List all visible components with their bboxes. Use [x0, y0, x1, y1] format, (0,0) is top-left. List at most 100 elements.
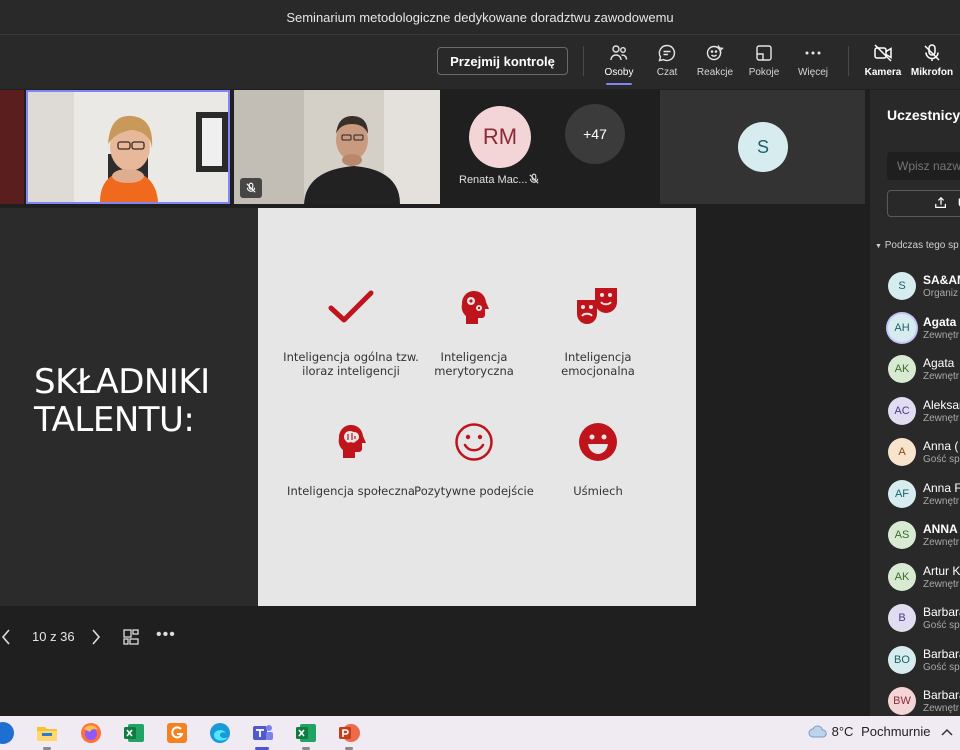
participant-row[interactable]: AC Aleksar Zewnętr [888, 396, 960, 433]
edge-icon[interactable] [209, 722, 231, 744]
participant-row[interactable]: A Anna (Gość spo [888, 438, 960, 474]
avatar: AK [888, 562, 916, 591]
participant-video [28, 92, 228, 202]
avatar-s: S [738, 122, 788, 172]
avatar: AK [888, 355, 916, 383]
participant-row[interactable]: S SA&AMOrganiz [888, 272, 960, 308]
smiley-filled-icon [579, 423, 617, 461]
teams-icon[interactable] [252, 722, 274, 744]
reactions-icon [706, 45, 724, 61]
participant-row[interactable]: AS ANNA Zewnętr [888, 521, 960, 557]
feature-label: Uśmiech [573, 484, 623, 498]
toolbar-divider [583, 46, 584, 76]
avatar: AS [888, 521, 916, 549]
avatar: BO [888, 645, 916, 674]
avatar: A [888, 438, 916, 466]
slide-title: SKŁADNIKI TALENTU: [34, 362, 210, 440]
next-slide-icon[interactable] [90, 628, 102, 646]
avatar-rm[interactable]: RM [469, 106, 531, 168]
mic-off-icon [246, 182, 256, 193]
slide-counter: 10 z 36 [32, 629, 75, 644]
rooms-icon [756, 45, 772, 61]
participant-row[interactable]: AK Agata Zewnętr [888, 355, 960, 391]
section-header-label: Podczas tego sp [884, 240, 959, 251]
powerpoint-icon[interactable] [338, 722, 360, 744]
video-tile-participant[interactable] [234, 90, 440, 204]
participant-name: Agata [923, 314, 957, 329]
section-header[interactable]: ▼ Podczas tego sp [875, 240, 959, 251]
participant-name: Artur K [923, 563, 960, 578]
participant-role: Zewnętr [923, 371, 960, 382]
avatar: S [888, 272, 916, 300]
participant-row[interactable]: BO BarbaraGość spo [888, 645, 960, 682]
more-icon [805, 51, 821, 55]
participant-name: Aleksar [923, 397, 960, 412]
camera-label: Kamera [864, 67, 902, 78]
shared-slide: Inteligencja ogólna tzw. iloraz intelige… [258, 208, 696, 606]
feature-label: Inteligencja ogólna tzw. iloraz intelige… [283, 350, 419, 378]
video-tile-speaker[interactable] [26, 90, 230, 204]
rooms-button[interactable]: Pokoje [738, 43, 790, 85]
participant-row[interactable]: AK Artur K Zewnętr [888, 562, 960, 599]
slide-grid-icon[interactable] [122, 628, 140, 646]
excel-icon[interactable] [295, 722, 317, 744]
people-button[interactable]: Osoby [593, 43, 645, 85]
slide-navigation: 10 z 36 ••• [0, 622, 260, 652]
avatar: AH [888, 313, 916, 342]
microphone-button[interactable]: Mikrofon [906, 43, 958, 85]
excel-icon[interactable] [123, 722, 145, 744]
camera-button[interactable]: Kamera [857, 43, 909, 85]
participant-row[interactable]: AF Anna F Zewnętr [888, 479, 960, 516]
windows-taskbar: 8°C Pochmurnie [0, 716, 960, 750]
previous-slide-icon[interactable] [0, 628, 12, 646]
toolbar-divider [848, 46, 849, 76]
feature-emotional-intelligence: Inteligencja emocjonalna [528, 286, 668, 378]
head-brain-icon [338, 424, 366, 458]
firefox-icon[interactable] [80, 722, 102, 744]
chat-button[interactable]: Czat [641, 43, 693, 85]
participant-name: Anna ( [923, 439, 959, 453]
video-tile-partial[interactable] [0, 90, 24, 204]
more-button[interactable]: Więcej [787, 43, 839, 85]
participant-role: Zewnętr [923, 578, 960, 590]
share-invite-button[interactable]: U [887, 190, 960, 217]
participant-role: Gość spo [923, 620, 960, 631]
feature-general-intelligence: Inteligencja ogólna tzw. iloraz intelige… [281, 288, 421, 378]
participant-role: Zewnętr [923, 412, 960, 424]
participant-search-input[interactable] [887, 152, 960, 180]
window-title: Seminarium metodologiczne dedykowane dor… [286, 9, 674, 25]
feature-positive-attitude: Pozytywne podejście [404, 422, 544, 498]
weather-temperature: 8°C [831, 724, 854, 739]
head-gears-icon [461, 290, 489, 324]
avatar: AC [888, 396, 916, 425]
chevron-down-icon: ▼ [875, 243, 882, 250]
people-label: Osoby [604, 67, 634, 78]
reactions-button[interactable]: Reakcje [689, 43, 741, 85]
gdoc-app-icon[interactable] [166, 722, 188, 744]
participant-role: Zewnętr [923, 537, 960, 548]
participant-role: Gość spo [923, 661, 960, 673]
share-icon [935, 196, 946, 208]
teams-window: Seminarium metodologiczne dedykowane dor… [0, 0, 960, 750]
chevron-up-icon[interactable] [940, 725, 954, 739]
participant-row[interactable]: B BarbaraGość spo [888, 604, 960, 640]
partial-app-icon[interactable] [0, 722, 14, 744]
take-control-button[interactable]: Przejmij kontrolę [437, 47, 568, 75]
theatre-masks-icon [577, 288, 617, 324]
feature-smile: Uśmiech [528, 422, 668, 498]
participant-row[interactable]: AH Agata Zewnętr [888, 313, 960, 350]
weather-widget[interactable]: 8°C Pochmurnie [808, 724, 930, 739]
participant-name: Barbara [923, 688, 960, 702]
mic-off-icon [529, 173, 539, 184]
participant-row[interactable]: BW BarbaraZewnętr [888, 687, 960, 716]
participant-name: Barbara [923, 605, 960, 619]
slide-more-options[interactable]: ••• [156, 626, 176, 644]
participant-role: Zewnętr [923, 703, 960, 714]
file-explorer-icon[interactable] [36, 722, 58, 744]
feature-label: Inteligencja merytoryczna [434, 350, 514, 378]
feature-label: Inteligencja emocjonalna [561, 350, 635, 378]
rooms-label: Pokoje [748, 67, 780, 78]
participants-panel: Uczestnicy U ▼ Podczas tego sp S SA&AMOrg… [870, 90, 960, 716]
participant-role: Zewnętr [923, 495, 960, 507]
more-participants-button[interactable]: +47 [565, 104, 625, 164]
